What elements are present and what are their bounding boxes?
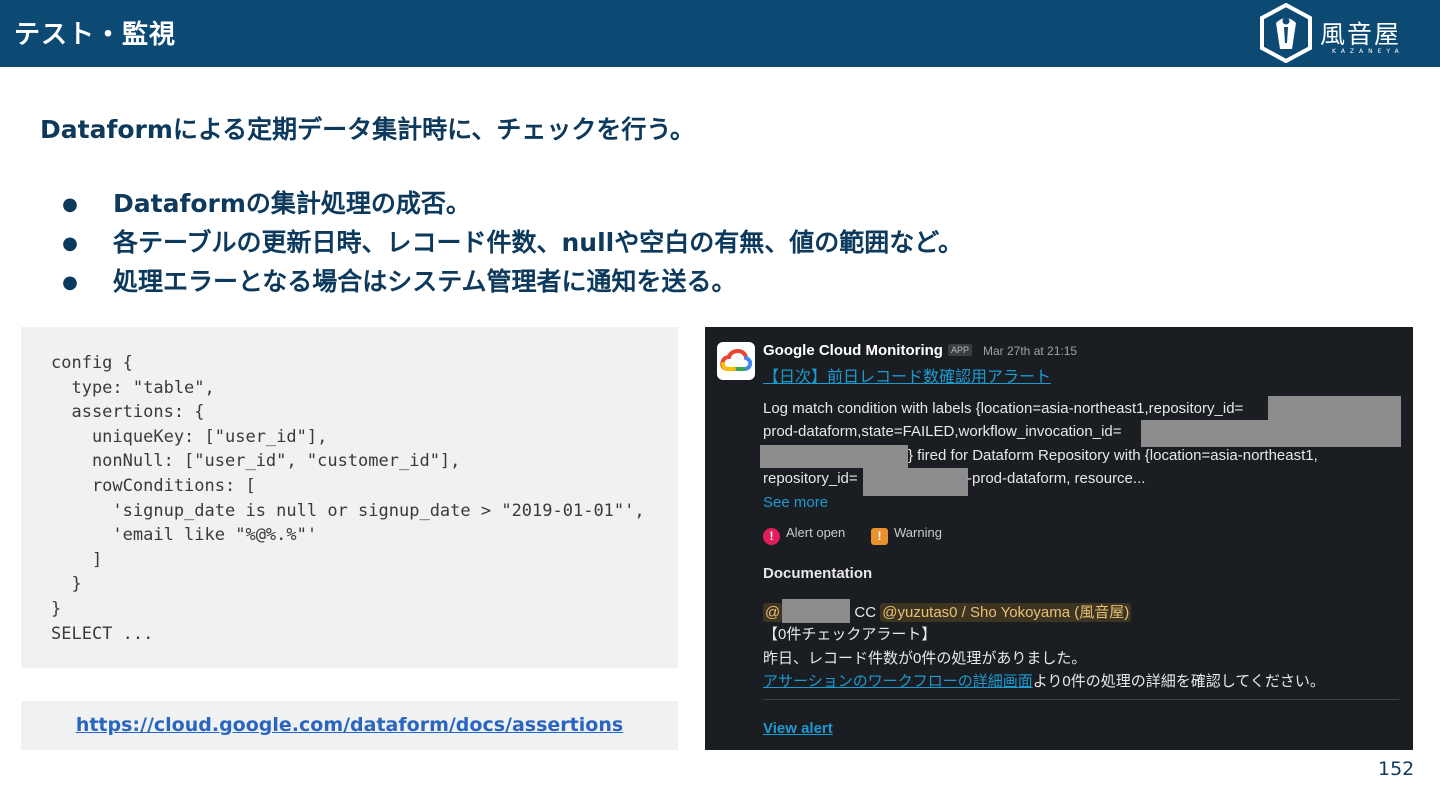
redacted-block [1141, 420, 1401, 447]
documentation-heading: Documentation [763, 565, 873, 582]
code-line: 'signup_date is null or signup_date > "2… [51, 500, 645, 521]
code-line: } [51, 598, 62, 619]
bullet-text: 処理エラーとなる場合はシステム管理者に通知を送る。 [113, 267, 737, 296]
see-more-link[interactable]: See more [763, 494, 828, 511]
message-line: prod-dataform,state=FAILED,workflow_invo… [763, 423, 1122, 440]
slack-alert-message: Google Cloud Monitoring APP Mar 27th at … [705, 327, 1413, 750]
doc-line-text: より0件の処理の詳細を確認してください。 [1032, 673, 1325, 690]
code-line: 'email like "%@%.%"' [51, 525, 318, 546]
workflow-detail-link[interactable]: アサーションのワークフローの詳細画面 [763, 673, 1033, 690]
status-label: Alert open [786, 525, 846, 540]
page-number: 152 [1378, 758, 1415, 780]
google-cloud-avatar [717, 342, 755, 380]
logo-text: 風音屋 [1320, 20, 1402, 49]
mention-row: @ CC @yuzutas0 / Sho Yokoyama (風音屋) [763, 599, 1132, 623]
code-line: } [51, 574, 82, 595]
status-label: Warning [894, 525, 942, 540]
sender-name[interactable]: Google Cloud Monitoring [763, 342, 943, 359]
code-line: ] [51, 549, 103, 570]
alert-title-link[interactable]: 【日次】前日レコード数確認用アラート [763, 363, 1051, 387]
divider [763, 699, 1399, 700]
code-line: nonNull: ["user_id", "customer_id"], [51, 451, 461, 472]
dataform-docs-link[interactable]: https://cloud.google.com/dataform/docs/a… [76, 714, 623, 736]
app-badge: APP [948, 344, 973, 356]
redacted-block [863, 468, 968, 496]
message-line: -prod-dataform, resource... [967, 470, 1146, 487]
bullet-text: Dataformの集計処理の成否。 [113, 189, 471, 218]
redacted-block [1268, 396, 1401, 420]
bullet-marker: ● [62, 272, 78, 293]
message-line: } fired for Dataform Repository with {lo… [908, 447, 1318, 464]
user-mention[interactable]: @ [763, 603, 783, 622]
code-line: rowConditions: [ [51, 475, 256, 496]
message-timestamp[interactable]: Mar 27th at 21:15 [983, 344, 1077, 358]
company-logo: 風音屋 KAZANEYA [1258, 3, 1418, 63]
message-line: Log match condition with labels {locatio… [763, 400, 1244, 417]
slide-title: テスト・監視 [14, 20, 177, 50]
logo-subtext: KAZANEYA [1332, 48, 1404, 55]
code-line: assertions: { [51, 402, 205, 423]
message-line: repository_id= [763, 470, 858, 487]
code-block: config { type: "table", assertions: { un… [51, 351, 645, 646]
logo-shield-icon [1260, 3, 1312, 63]
doc-line: 【0件チェックアラート】 [763, 626, 937, 643]
doc-line: 昨日、レコード件数が0件の処理がありました。 [763, 650, 1087, 667]
lead-text: Dataformによる定期データ集計時に、チェックを行う。 [40, 115, 695, 144]
slide-header: テスト・監視 風音屋 KAZANEYA [0, 0, 1440, 67]
status-warning: ! Warning [871, 525, 942, 545]
redacted-block [782, 599, 851, 623]
bullet-marker: ● [62, 194, 78, 215]
code-line: config { [51, 353, 133, 373]
code-line: SELECT ... [51, 623, 154, 644]
exclamation-icon: ! [763, 528, 780, 545]
cc-label: CC [854, 604, 877, 621]
code-line: type: "table", [51, 377, 215, 398]
bullet-text: 各テーブルの更新日時、レコード件数、nullや空白の有無、値の範囲など。 [113, 228, 963, 257]
code-line: uniqueKey: ["user_id"], [51, 426, 328, 447]
bullet-marker: ● [62, 233, 78, 254]
warning-icon: ! [871, 528, 888, 545]
status-alert-open: ! Alert open [763, 525, 845, 545]
doc-link-panel: https://cloud.google.com/dataform/docs/a… [21, 701, 678, 750]
redacted-block [760, 445, 908, 468]
google-cloud-icon [720, 349, 752, 371]
view-alert-link[interactable]: View alert [763, 720, 833, 737]
doc-line: アサーションのワークフローの詳細画面より0件の処理の詳細を確認してください。 [763, 670, 1325, 691]
user-mention[interactable]: @yuzutas0 / Sho Yokoyama (風音屋) [880, 603, 1132, 622]
code-sample-panel: config { type: "table", assertions: { un… [21, 327, 678, 668]
